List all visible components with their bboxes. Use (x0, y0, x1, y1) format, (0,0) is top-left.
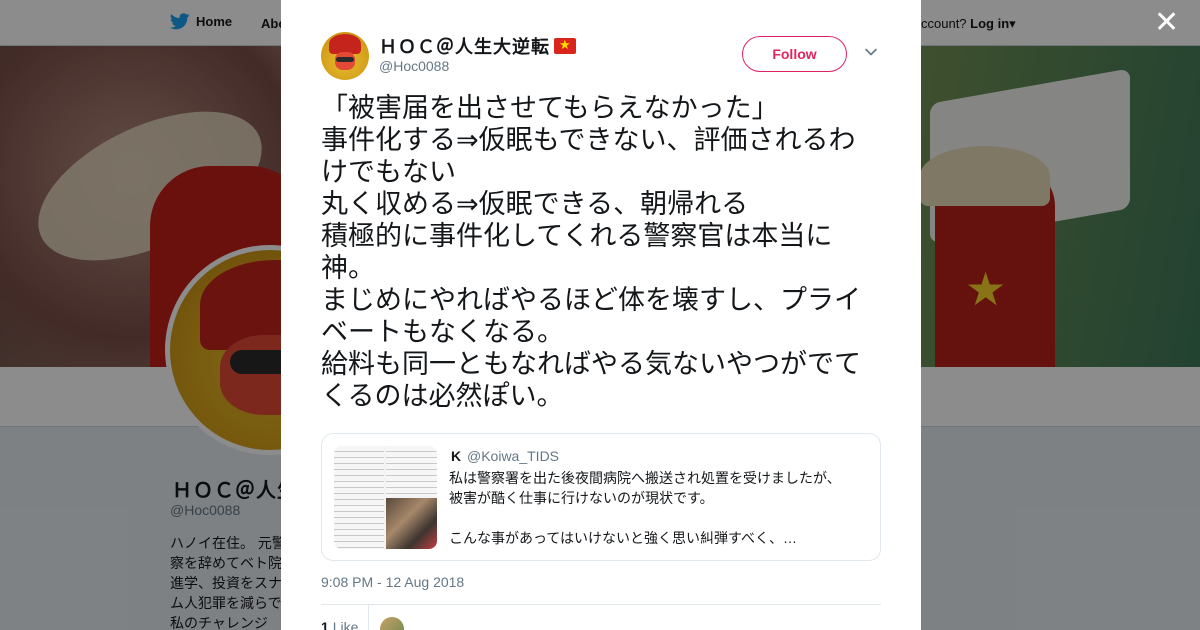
author-name-text: ＨＯＣ＠人生大逆転 (379, 37, 550, 57)
author-name[interactable]: ＨＯＣ＠人生大逆転 (379, 33, 576, 59)
chevron-down-icon[interactable] (863, 44, 879, 60)
author-avatar[interactable] (321, 32, 369, 80)
tweet-permalink-modal: ＨＯＣ＠人生大逆転 @Hoc0088 Follow 「被害届を出させてもらえなか… (281, 0, 921, 630)
quoted-author-handle: @Koiwa_TIDS (467, 448, 560, 464)
likes-label: Like (332, 619, 359, 630)
divider (368, 605, 369, 630)
author-handle[interactable]: @Hoc0088 (379, 58, 449, 74)
close-icon[interactable]: ✕ (1154, 8, 1179, 38)
quoted-tweet-image (334, 446, 437, 549)
vietnam-flag-icon (554, 37, 576, 54)
divider (321, 604, 881, 605)
quoted-tweet-card[interactable]: K @Koiwa_TIDS 私は警察署を出た後夜間病院へ搬送され処置を受けました… (321, 433, 881, 561)
likes-stat[interactable]: 1 Like (321, 619, 358, 630)
tweet-text: 「被害届を出させてもらえなかった」 事件化する⇒仮眠もできない、評価されるわけで… (321, 93, 861, 411)
likes-count: 1 (321, 619, 329, 630)
tweet-timestamp[interactable]: 9:08 PM - 12 Aug 2018 (321, 574, 464, 590)
liker-avatar[interactable] (380, 617, 404, 630)
quoted-tweet-text: 私は警察署を出た後夜間病院へ搬送され処置を受けましたが、 被害が酷く仕事に行けな… (449, 470, 841, 546)
follow-button[interactable]: Follow (742, 36, 847, 72)
quoted-author-initial: K (451, 448, 462, 464)
